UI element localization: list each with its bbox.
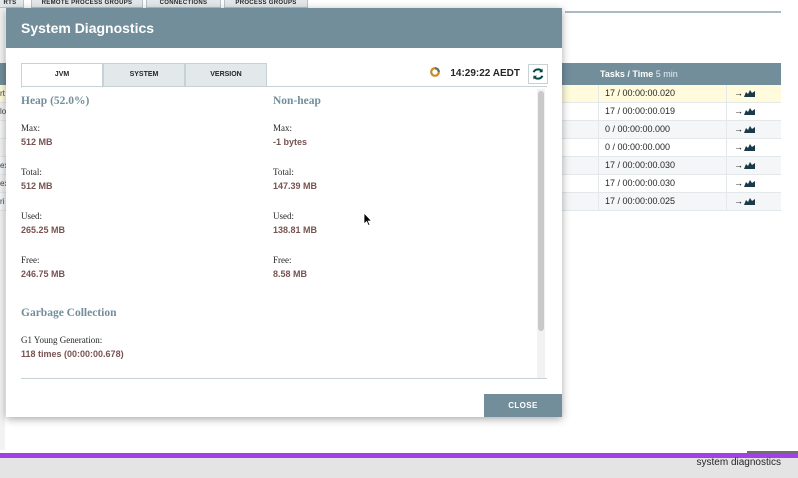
heap-total-value: 512 MB (21, 181, 53, 191)
row-actions[interactable]: → (734, 121, 755, 138)
tasks-time-header[interactable]: Tasks / Time 5 min (600, 63, 678, 85)
row-actions[interactable]: → (734, 85, 755, 102)
tab-system[interactable]: SYSTEM (103, 63, 185, 87)
heap-free-value: 246.75 MB (21, 269, 66, 279)
nonheap-used-value: 138.81 MB (273, 225, 318, 235)
bg-tab-connections[interactable]: CONNECTIONS (146, 0, 221, 8)
chart-icon (744, 144, 755, 151)
gc-collector-name: G1 Young Generation: (21, 335, 103, 345)
footer-context-label: system diagnostics (696, 457, 781, 468)
dialog-header: System Diagnostics (6, 8, 562, 48)
background-tabs: RTS REMOTE PROCESS GROUPS CONNECTIONS PR… (0, 0, 798, 8)
go-to-icon: → (734, 88, 743, 98)
garbage-collection-title: Garbage Collection (21, 307, 117, 319)
nonheap-max-value: -1 bytes (273, 137, 308, 147)
chart-icon (744, 198, 755, 205)
go-to-icon: → (734, 178, 743, 188)
chart-icon (744, 126, 755, 133)
last-refreshed-time: 14:29:22 AEDT (450, 68, 520, 79)
bg-tab-process-groups[interactable]: PROCESS GROUPS (224, 0, 308, 8)
refresh-button[interactable] (528, 64, 548, 84)
system-diagnostics-dialog: System Diagnostics JVM SYSTEM VERSION 14… (6, 8, 562, 417)
heap-max-value: 512 MB (21, 137, 53, 147)
background-tab-rule (565, 11, 781, 13)
chart-icon (744, 108, 755, 115)
footer-bar (0, 458, 798, 478)
bg-tab-remote-process-groups[interactable]: REMOTE PROCESS GROUPS (31, 0, 143, 8)
mouse-cursor-icon (363, 212, 373, 227)
nonheap-total-label: Total: (273, 167, 294, 177)
nonheap-max-label: Max: (273, 123, 292, 133)
row-actions[interactable]: → (734, 157, 755, 174)
content-bottom-rule (21, 378, 547, 379)
heap-used-label: Used: (21, 211, 42, 221)
dialog-title: System Diagnostics (21, 20, 155, 36)
close-button[interactable]: CLOSE (484, 394, 562, 417)
nonheap-total-value: 147.39 MB (273, 181, 318, 191)
tab-version[interactable]: VERSION (185, 63, 267, 87)
go-to-icon: → (734, 196, 743, 206)
bg-tab-ports[interactable]: RTS (0, 0, 24, 8)
heap-max-label: Max: (21, 123, 40, 133)
chart-icon (744, 180, 755, 187)
row-actions[interactable]: → (734, 139, 755, 156)
heap-used-value: 265.25 MB (21, 225, 66, 235)
nonheap-used-label: Used: (273, 211, 294, 221)
chart-icon (744, 162, 755, 169)
nonheap-title: Non-heap (273, 95, 321, 107)
row-actions[interactable]: → (734, 103, 755, 120)
gc-collector-value: 118 times (00:00:00.678) (21, 349, 124, 359)
tab-jvm[interactable]: JVM (21, 63, 103, 88)
jvm-tab-content: Heap (52.0%) Max: 512 MB Total: 512 MB U… (21, 87, 537, 377)
go-to-icon: → (734, 142, 743, 152)
heap-total-label: Total: (21, 167, 42, 177)
heap-title: Heap (52.0%) (21, 95, 90, 107)
go-to-icon: → (734, 124, 743, 134)
refresh-icon (532, 68, 544, 80)
nonheap-free-label: Free: (273, 255, 292, 265)
refresh-area: 14:29:22 AEDT (428, 64, 548, 84)
row-actions[interactable]: → (734, 193, 755, 210)
loading-spinner-icon (430, 67, 440, 77)
go-to-icon: → (734, 160, 743, 170)
nonheap-free-value: 8.58 MB (273, 269, 308, 279)
content-scrollbar-thumb[interactable] (538, 91, 544, 331)
chart-icon (744, 90, 755, 97)
go-to-icon: → (734, 106, 743, 116)
heap-free-label: Free: (21, 255, 40, 265)
row-actions[interactable]: → (734, 175, 755, 192)
